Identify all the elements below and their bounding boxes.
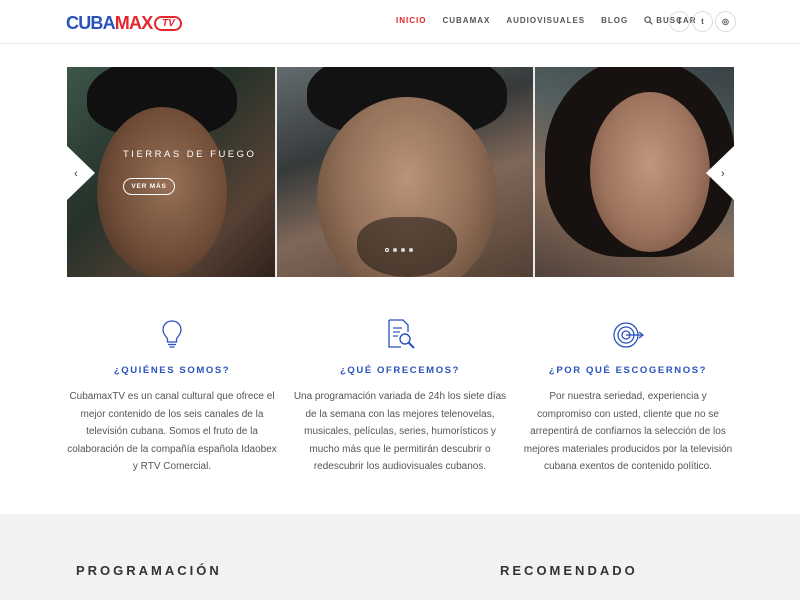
- slide-image-man-left: [67, 67, 275, 277]
- site-header: CUBA MAX TV INICIO CUBAMAX AUDIOVISUALES…: [0, 0, 800, 44]
- twitter-icon[interactable]: t: [692, 11, 713, 32]
- lightbulb-icon: [162, 320, 182, 348]
- section-title-recomendado: RECOMENDADO: [500, 563, 638, 578]
- logo-text-cuba: CUBA: [66, 13, 116, 33]
- chevron-left-icon: ‹: [74, 168, 78, 180]
- feature-text: Una programación variada de 24h los siet…: [293, 391, 507, 472]
- slide-title: TIERRAS DE FUEGO: [123, 149, 257, 160]
- feature-por-que-escogernos: ¿POR QUÉ ESCOGERNOS? Por nuestra serieda…: [518, 318, 738, 476]
- instagram-icon[interactable]: ◎: [715, 11, 736, 32]
- feature-title: ¿QUIÉNES SOMOS?: [113, 365, 231, 376]
- facebook-icon[interactable]: f: [669, 11, 690, 32]
- slide-ver-mas-button[interactable]: VER MÁS: [123, 178, 175, 195]
- slider-dot[interactable]: [409, 248, 413, 252]
- nav-item-cubamax[interactable]: CUBAMAX: [442, 16, 490, 25]
- logo-text-tv: TV: [154, 15, 183, 31]
- section-title-programacion: PROGRAMACIÓN: [76, 563, 222, 578]
- feature-quienes-somos: ¿QUIÉNES SOMOS? CubamaxTV es un canal cu…: [62, 318, 282, 476]
- cubamax-logo[interactable]: CUBA MAX TV: [66, 13, 183, 33]
- feature-text: Por nuestra seriedad, experiencia y comp…: [523, 391, 733, 472]
- slider-dot[interactable]: [385, 248, 389, 252]
- hero-slider[interactable]: TIERRAS DE FUEGO VER MÁS ‹ ›: [67, 67, 734, 277]
- nav-item-audiovisuales[interactable]: AUDIOVISUALES: [506, 16, 585, 25]
- nav-item-blog[interactable]: BLOG: [601, 16, 628, 25]
- social-links: f t ◎: [669, 11, 738, 32]
- slider-dot[interactable]: [401, 248, 405, 252]
- chevron-right-icon: ›: [721, 168, 725, 180]
- feature-title: ¿POR QUÉ ESCOGERNOS?: [548, 365, 708, 376]
- slider-prev-arrow[interactable]: ‹: [67, 146, 95, 200]
- search-icon: [644, 16, 653, 25]
- feature-text: CubamaxTV es un canal cultural que ofrec…: [67, 391, 277, 472]
- target-icon: [613, 322, 644, 348]
- logo-text-max: MAX: [114, 13, 153, 33]
- slide-image-man-center: [277, 67, 533, 277]
- content-section-band: [0, 514, 800, 600]
- slider-next-arrow[interactable]: ›: [706, 146, 734, 200]
- feature-que-ofrecemos: ¿QUÉ OFRECEMOS? Una programación variada…: [290, 318, 510, 476]
- main-nav: INICIO CUBAMAX AUDIOVISUALES BLOG BUSCAR: [396, 16, 712, 25]
- slider-dot[interactable]: [393, 248, 397, 252]
- slide-image-woman-right: [535, 67, 734, 277]
- feature-title: ¿QUÉ OFRECEMOS?: [339, 365, 461, 376]
- document-search-icon: [388, 319, 415, 349]
- slider-pagination: [385, 248, 417, 252]
- nav-item-inicio[interactable]: INICIO: [396, 16, 426, 25]
